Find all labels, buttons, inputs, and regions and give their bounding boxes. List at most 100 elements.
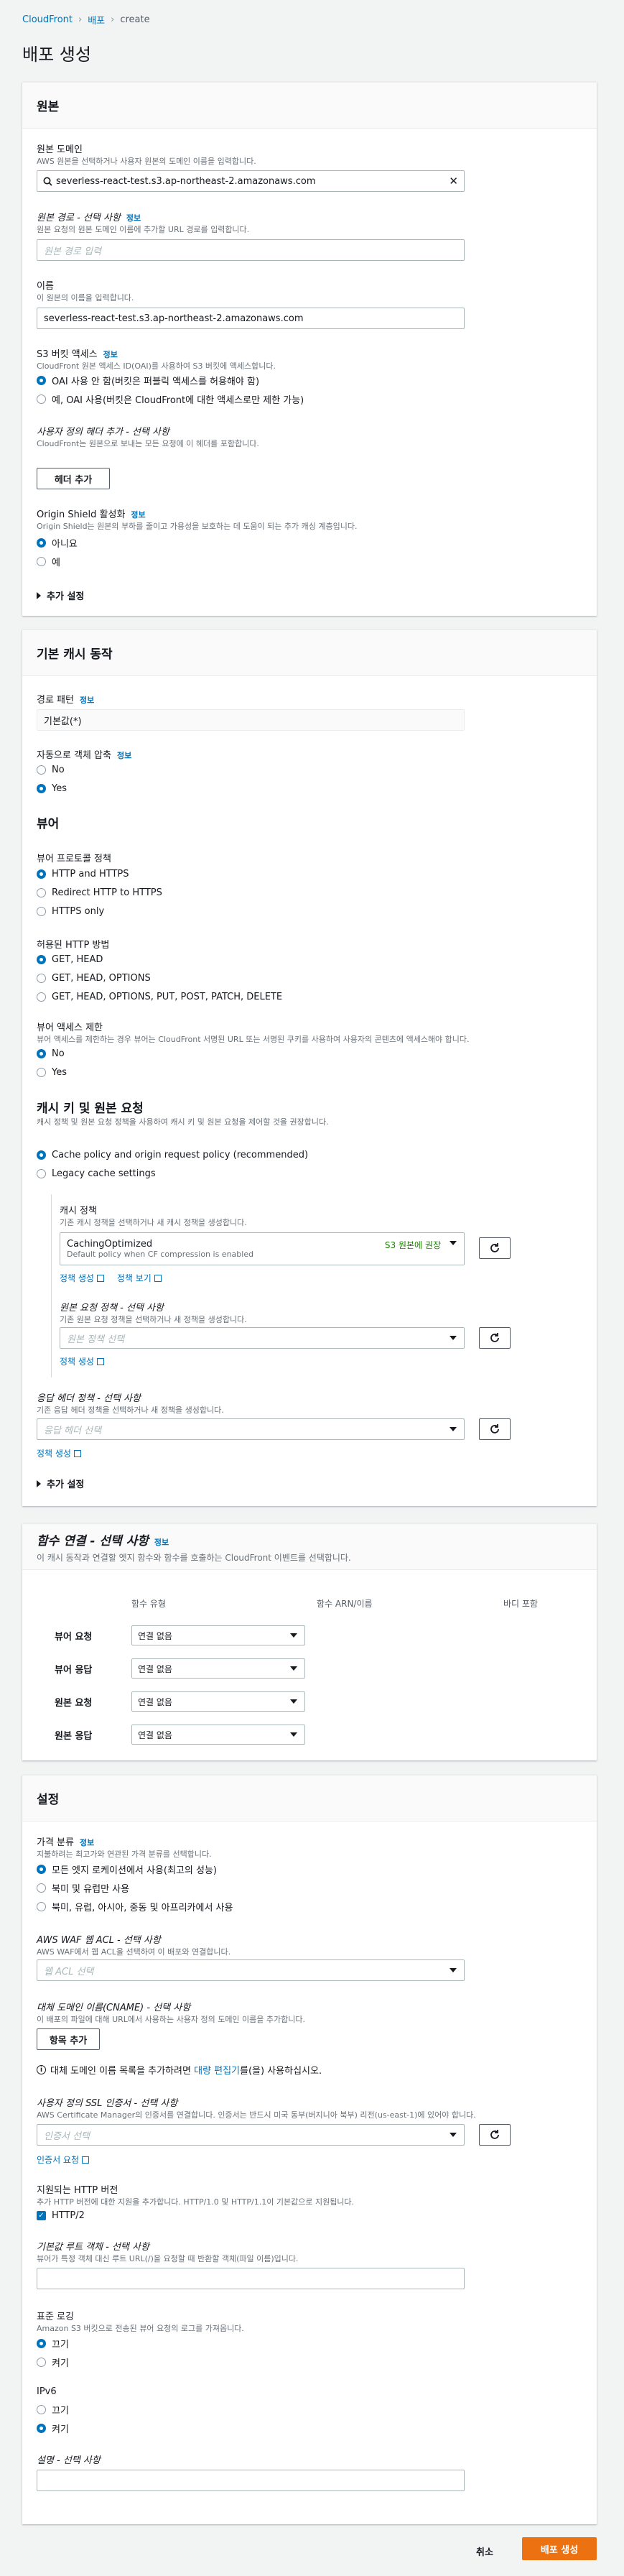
radio-icon (37, 2358, 46, 2367)
methods-option-all[interactable]: GET, HEAD, OPTIONS, PUT, POST, PATCH, DE… (37, 992, 282, 1002)
clear-icon[interactable]: ✕ (449, 175, 458, 188)
compress-option-yes[interactable]: Yes (37, 783, 67, 794)
s3-access-info-link[interactable]: 정보 (103, 350, 118, 359)
origin-path-input[interactable]: 원본 경로 입력 (37, 239, 465, 261)
response-policy-select[interactable]: 응답 헤더 선택 (37, 1418, 465, 1440)
origin-policy-select[interactable]: 원본 정책 선택 (60, 1327, 465, 1349)
cache-policy-select[interactable]: CachingOptimized Default policy when CF … (60, 1232, 465, 1265)
radio-icon (37, 888, 46, 897)
origin-shield-option-no[interactable]: 아니요 (37, 536, 78, 550)
restrict-option-yes[interactable]: Yes (37, 1067, 67, 1078)
origin-domain-input[interactable]: severless-react-test.s3.ap-northeast-2.a… (37, 170, 465, 192)
add-header-button[interactable]: 헤더 추가 (37, 468, 110, 489)
column-function-type: 함수 유형 (131, 1599, 166, 1609)
caret-right-icon (37, 1479, 41, 1487)
create-origin-policy-link[interactable]: 정책 생성 (60, 1355, 104, 1367)
origin-header: 원본 (22, 83, 597, 129)
radio-icon (37, 992, 46, 1002)
origin-policy-label: 원본 요청 정책 - 선택 사항 (60, 1303, 164, 1314)
cache-behavior-header: 기본 캐시 동작 (22, 630, 597, 676)
refresh-response-policy-button[interactable] (479, 1418, 511, 1440)
radio-icon (37, 2339, 46, 2348)
create-distribution-button[interactable]: 배포 생성 (522, 2537, 597, 2560)
add-cname-button[interactable]: 항목 추가 (37, 2028, 100, 2050)
protocol-option-redirect[interactable]: Redirect HTTP to HTTPS (37, 887, 162, 898)
logging-option-on[interactable]: 켜기 (37, 2355, 69, 2369)
waf-desc: AWS WAF에서 웹 ACL을 선택하여 이 배포와 연결합니다. (37, 1947, 231, 1957)
search-icon (43, 177, 52, 186)
origin-name-input[interactable]: severless-react-test.s3.ap-northeast-2.a… (37, 308, 465, 329)
logging-option-off[interactable]: 끄기 (37, 2337, 69, 2350)
cache-policy-desc: 기존 캐시 정책을 선택하거나 새 캐시 정책을 생성합니다. (60, 1218, 247, 1227)
function-info-link[interactable]: 정보 (154, 1538, 169, 1547)
price-option-na-eu[interactable]: 북미 및 유럽만 사용 (37, 1881, 129, 1895)
restrict-option-no[interactable]: No (37, 1048, 65, 1059)
description-input[interactable] (37, 2470, 465, 2491)
path-pattern-info-link[interactable]: 정보 (80, 696, 94, 705)
breadcrumb-cloudfront[interactable]: CloudFront (22, 14, 73, 25)
breadcrumb-create: create (120, 14, 150, 25)
root-object-input[interactable] (37, 2268, 465, 2289)
methods-option-get-head-options[interactable]: GET, HEAD, OPTIONS (37, 973, 151, 984)
ipv6-option-on[interactable]: 켜기 (37, 2422, 69, 2435)
cancel-button[interactable]: 취소 (476, 2544, 493, 2558)
response-policy-label: 응답 헤더 정책 - 선택 사항 (37, 1393, 141, 1404)
function-associations-panel: 함수 연결 - 선택 사항 정보 이 캐시 동작과 연결할 엣지 함수와 함수를 … (22, 1523, 597, 1760)
compress-option-no[interactable]: No (37, 765, 65, 775)
origin-more-settings-toggle[interactable]: 추가 설정 (37, 588, 84, 602)
radio-icon (37, 955, 46, 964)
checkmark-icon: ✓ (37, 2211, 46, 2220)
radio-icon (37, 1169, 46, 1178)
radio-icon (37, 1883, 46, 1893)
policy-group-rail (51, 1194, 52, 1377)
cache-key-option-legacy[interactable]: Legacy cache settings (37, 1168, 156, 1179)
view-cache-policy-link[interactable]: 정책 보기 (117, 1273, 162, 1283)
create-cache-policy-link[interactable]: 정책 생성 (60, 1273, 104, 1283)
recommended-badge: S3 원본에 권장 (384, 1240, 441, 1250)
origin-response-select[interactable]: 연결 없음 (131, 1725, 305, 1745)
s3-access-option-no-oai[interactable]: OAI 사용 안 함(버킷은 퍼블릭 액세스를 허용해야 함) (37, 374, 259, 387)
origin-shield-info-link[interactable]: 정보 (131, 510, 145, 520)
ssl-select[interactable]: 인증서 선택 (37, 2124, 465, 2146)
s3-access-option-oai[interactable]: 예, OAI 사용(버킷은 CloudFront에 대한 액세스로만 제한 가능… (37, 392, 304, 406)
cache-key-option-policy[interactable]: Cache policy and origin request policy (… (37, 1150, 308, 1160)
refresh-icon (490, 1243, 499, 1252)
bulk-editor-link[interactable]: 대량 편집기 (194, 2066, 240, 2077)
root-object-label: 기본값 루트 객체 - 선택 사항 (37, 2242, 149, 2253)
radio-icon (37, 1902, 46, 1911)
http-methods-label: 허용된 HTTP 방법 (37, 940, 110, 951)
cache-more-settings-toggle[interactable]: 추가 설정 (37, 1477, 84, 1490)
origin-request-select[interactable]: 연결 없음 (131, 1691, 305, 1712)
waf-select[interactable]: 웹 ACL 선택 (37, 1959, 465, 1981)
ipv6-option-off[interactable]: 끄기 (37, 2403, 69, 2416)
origin-path-info-link[interactable]: 정보 (126, 213, 141, 223)
viewer-response-select[interactable]: 연결 없음 (131, 1658, 305, 1679)
refresh-cache-policy-button[interactable] (479, 1237, 511, 1259)
viewer-request-select[interactable]: 연결 없음 (131, 1625, 305, 1645)
price-class-info-link[interactable]: 정보 (80, 1838, 94, 1847)
radio-icon (37, 1150, 46, 1160)
methods-option-get-head[interactable]: GET, HEAD (37, 954, 103, 965)
refresh-origin-policy-button[interactable] (479, 1327, 511, 1349)
breadcrumb-distributions[interactable]: 배포 (88, 13, 105, 27)
price-option-na-eu-asia[interactable]: 북미, 유럽, 아시아, 중동 및 아프리카에서 사용 (37, 1900, 233, 1913)
compress-info-link[interactable]: 정보 (117, 751, 131, 760)
create-response-policy-link[interactable]: 정책 생성 (37, 1447, 81, 1459)
compress-label: 자동으로 객체 압축 정보 (37, 750, 132, 761)
custom-header-desc: CloudFront는 원본으로 보내는 모든 요청에 이 헤더를 포함합니다. (37, 439, 259, 448)
radio-icon (37, 974, 46, 983)
request-certificate-link[interactable]: 인증서 요청 (37, 2153, 90, 2166)
price-option-all[interactable]: 모든 엣지 로케이션에서 사용(최고의 성능) (37, 1862, 217, 1876)
origin-shield-label: Origin Shield 활성화 정보 (37, 509, 146, 520)
http2-checkbox[interactable]: ✓ HTTP/2 (37, 2210, 85, 2221)
refresh-icon (490, 1424, 499, 1434)
origin-name-label: 이름 (37, 281, 54, 292)
origin-shield-option-yes[interactable]: 예 (37, 555, 60, 568)
origin-title: 원본 (37, 100, 60, 114)
refresh-ssl-button[interactable] (479, 2124, 511, 2146)
protocol-option-http-https[interactable]: HTTP and HTTPS (37, 869, 129, 880)
external-link-icon (154, 1275, 162, 1282)
logging-desc: Amazon S3 버킷으로 전송된 뷰어 요청의 로그를 가져옵니다. (37, 2324, 244, 2333)
column-include-body: 바디 포함 (503, 1599, 538, 1609)
protocol-option-https-only[interactable]: HTTPS only (37, 906, 104, 917)
